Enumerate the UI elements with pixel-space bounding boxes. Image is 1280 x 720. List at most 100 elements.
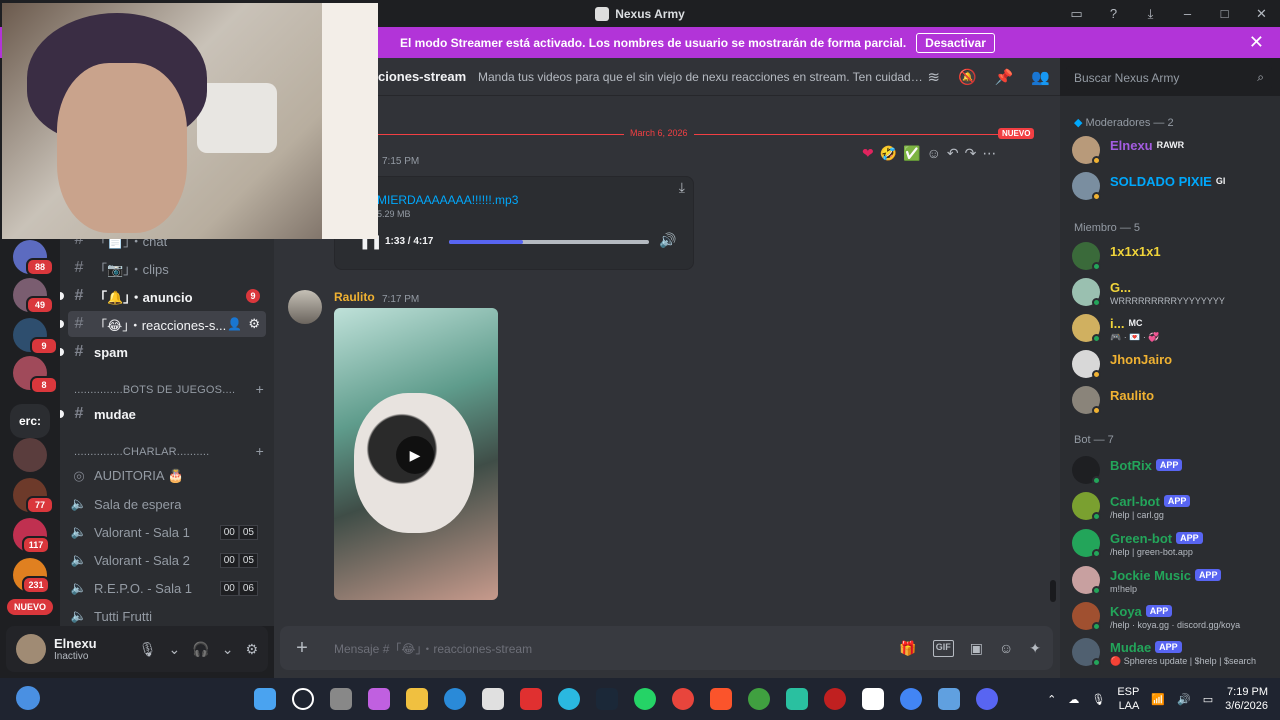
channel-spam[interactable]: # spam	[60, 339, 266, 365]
add-channel-icon[interactable]: +	[256, 384, 264, 396]
scrollbar[interactable]	[1050, 580, 1056, 602]
start-icon[interactable]	[254, 688, 276, 710]
add-channel-icon[interactable]: +	[256, 446, 264, 458]
voice-channel-tutti-frutti[interactable]: 🔈 Tutti Frutti	[68, 603, 266, 626]
new-pill[interactable]: NUEVO	[7, 599, 54, 615]
gear-icon[interactable]: ⚙	[248, 316, 260, 332]
forward-icon[interactable]: ↷	[965, 145, 977, 162]
task-view-icon[interactable]	[330, 688, 352, 710]
check-reaction-icon[interactable]: ✅	[903, 145, 920, 162]
member-item[interactable]: Carl-bot APP /help | carl.gg	[1072, 490, 1278, 524]
member-item[interactable]: BotRix APP	[1072, 454, 1278, 488]
app-icon[interactable]	[558, 688, 580, 710]
notifications-muted-icon[interactable]: 🔕	[958, 68, 977, 86]
gif-icon[interactable]: GIF	[932, 639, 954, 657]
volume-icon[interactable]: 🔊	[659, 232, 676, 249]
volume-icon[interactable]: 🔊	[1177, 693, 1191, 706]
download-icon[interactable]: ⤓	[1132, 6, 1169, 22]
threads-icon[interactable]: ≋	[927, 68, 940, 86]
category-bots[interactable]: ...............BOTS DE JUEGOS.... +	[74, 384, 264, 396]
microphone-icon[interactable]: 🎙	[139, 641, 157, 658]
user-info[interactable]: Elnexu Inactivo	[54, 636, 97, 662]
audio-seek-bar[interactable]	[449, 240, 649, 244]
channel-mudae[interactable]: # mudae	[60, 401, 266, 427]
voice-channel-valorant-1[interactable]: 🔈 Valorant - Sala 1 00 05	[68, 519, 266, 545]
wifi-icon[interactable]: 📶	[1151, 693, 1165, 706]
help-icon[interactable]: ?	[1095, 6, 1132, 21]
sticker-icon[interactable]: ▣	[970, 640, 983, 657]
channel-topic[interactable]: Manda tus videos para que el sin viejo d…	[478, 70, 923, 84]
reply-icon[interactable]: ↶	[947, 145, 959, 162]
member-item[interactable]: G... WRRRRRRRRRYYYYYYYY	[1072, 276, 1278, 310]
file-explorer-icon[interactable]	[406, 688, 428, 710]
app-icon[interactable]	[786, 688, 808, 710]
headphones-icon[interactable]: 🎧	[192, 641, 209, 658]
minimize-button[interactable]: –	[1169, 6, 1206, 21]
store-icon[interactable]	[482, 688, 504, 710]
download-icon[interactable]: ⤓	[679, 179, 685, 196]
search-input[interactable]: Buscar Nexus Army ⌕	[1066, 66, 1272, 90]
member-item[interactable]: i... MC 🎮 · 💌 · 💞	[1072, 312, 1278, 346]
maximize-button[interactable]: □	[1206, 6, 1243, 21]
chevron-down-icon[interactable]: ⌄	[222, 641, 234, 658]
member-item[interactable]: JhonJairo	[1072, 348, 1278, 382]
play-icon[interactable]: ▶	[396, 436, 434, 474]
close-window-button[interactable]: ✕	[1243, 6, 1280, 22]
add-member-icon[interactable]: 👤	[227, 317, 242, 331]
member-item[interactable]: Mudae APP 🔴 Spheres update | $help | $sea…	[1072, 636, 1278, 670]
chrome-icon[interactable]	[900, 688, 922, 710]
inbox-icon[interactable]: ▭	[1058, 6, 1095, 22]
app-icon[interactable]	[520, 688, 542, 710]
server-text-icon[interactable]: erc:	[10, 404, 50, 438]
channel-clips[interactable]: # 「📷」・clips	[68, 255, 266, 281]
message-input[interactable]: Mensaje #「😂」・reacciones-stream	[334, 640, 532, 657]
search-icon[interactable]	[292, 688, 314, 710]
gift-icon[interactable]: 🎁	[899, 640, 916, 657]
channel-anuncio[interactable]: # 「🔔」・anuncio 9	[60, 283, 266, 309]
apps-icon[interactable]: ✦	[1029, 640, 1041, 657]
member-item[interactable]: Koya APP /help · koya.gg · discord.gg/koy…	[1072, 600, 1278, 634]
more-options-icon[interactable]: ⋯	[982, 145, 996, 162]
video-attachment[interactable]: ▶	[334, 308, 498, 600]
add-reaction-icon[interactable]: ☺	[927, 145, 941, 161]
chrome-icon[interactable]	[672, 688, 694, 710]
cloud-icon[interactable]: ☁	[1068, 693, 1079, 706]
clock[interactable]: 7:19 PM 3/6/2026	[1225, 685, 1268, 713]
member-item[interactable]: 1x1x1x1	[1072, 240, 1278, 274]
avatar[interactable]	[288, 290, 322, 324]
chevron-down-icon[interactable]: ⌄	[169, 641, 181, 658]
whatsapp-icon[interactable]	[634, 688, 656, 710]
voice-channel-auditoria[interactable]: ◎ AUDITORIA 🎂	[68, 463, 266, 489]
app-icon[interactable]	[748, 688, 770, 710]
members-icon[interactable]: 👥	[1031, 68, 1050, 86]
emoji-icon[interactable]: ☺	[999, 640, 1013, 657]
add-attachment-icon[interactable]: +	[280, 637, 324, 660]
steam-icon[interactable]	[596, 688, 618, 710]
capcut-icon[interactable]	[862, 688, 884, 710]
member-item[interactable]: Elnexu RAWR	[1072, 134, 1278, 168]
battery-icon[interactable]: ▭	[1203, 693, 1213, 706]
microphone-icon[interactable]: 🎙	[1091, 693, 1105, 706]
category-charlar[interactable]: ...............CHARLAR.......... +	[74, 446, 264, 458]
voice-channel-valorant-2[interactable]: 🔈 Valorant - Sala 2 00 05	[68, 547, 266, 573]
message-author[interactable]: Raulito	[334, 290, 375, 304]
avatar[interactable]	[16, 634, 46, 664]
audio-filename[interactable]: MIERDAAAAAAA!!!!!!.mp3	[377, 193, 518, 207]
voice-channel-sala-espera[interactable]: 🔈 Sala de espera	[68, 491, 266, 517]
voice-channel-repo[interactable]: 🔈 R.E.P.O. - Sala 1 00 06	[68, 575, 266, 601]
heart-reaction-icon[interactable]: ❤	[862, 145, 874, 162]
member-item[interactable]: Jockie Music APP m!help	[1072, 564, 1278, 598]
disable-streamer-button[interactable]: Desactivar	[916, 32, 995, 53]
photos-icon[interactable]	[938, 688, 960, 710]
chevron-up-icon[interactable]: ⌃	[1047, 693, 1056, 706]
weather-icon[interactable]	[16, 686, 40, 710]
brave-icon[interactable]	[710, 688, 732, 710]
edge-icon[interactable]	[444, 688, 466, 710]
channel-reacciones-stream[interactable]: # 「😂」・reacciones-s... 👤 ⚙	[60, 311, 266, 337]
pin-icon[interactable]: 📌	[995, 68, 1014, 86]
server-icon[interactable]	[13, 438, 47, 472]
language-indicator[interactable]: ESP LAA	[1117, 685, 1139, 713]
laugh-reaction-icon[interactable]: 🤣	[880, 145, 897, 162]
copilot-icon[interactable]	[368, 688, 390, 710]
member-item[interactable]: Green-bot APP /help | green-bot.app	[1072, 527, 1278, 561]
